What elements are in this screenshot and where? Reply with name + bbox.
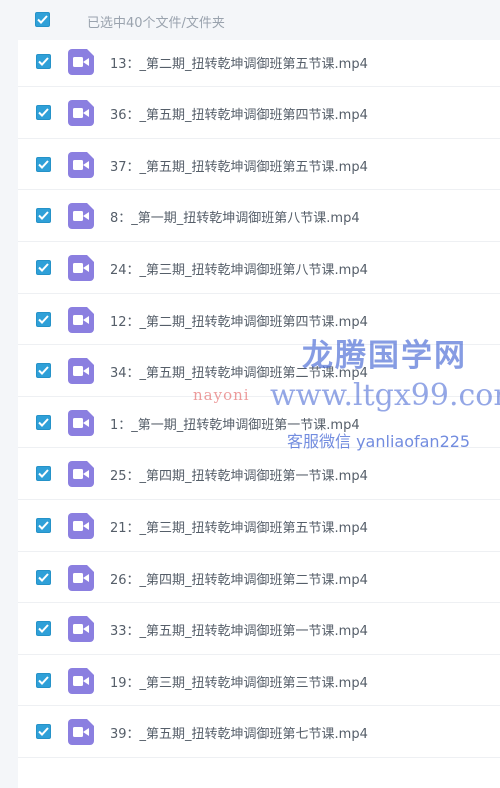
file-checkbox[interactable]	[36, 363, 51, 379]
file-row[interactable]: 21：_第三期_扭转乾坤调御班第五节课.mp4	[18, 500, 500, 552]
check-icon	[38, 211, 49, 221]
file-checkbox[interactable]	[36, 259, 51, 275]
selection-header: 已选中40个文件/文件夹	[0, 0, 500, 40]
video-file-icon	[68, 667, 94, 694]
file-row[interactable]: 13：_第二期_扭转乾坤调御班第五节课.mp4	[18, 36, 500, 88]
file-row[interactable]: 8：_第一期_扭转乾坤调御班第八节课.mp4	[18, 190, 500, 242]
video-file-icon	[68, 48, 94, 75]
file-row[interactable]: 19：_第三期_扭转乾坤调御班第三节课.mp4	[18, 655, 500, 707]
check-icon	[38, 263, 49, 272]
check-icon	[38, 469, 49, 479]
file-checkbox[interactable]	[36, 414, 51, 430]
file-name[interactable]: 8：_第一期_扭转乾坤调御班第八节课.mp4	[110, 207, 360, 226]
file-row[interactable]: 25：_第四期_扭转乾坤调御班第一节课.mp4	[18, 448, 500, 500]
file-name[interactable]: 1：_第一期_扭转乾坤调御班第一节课.mp4	[110, 414, 360, 433]
file-checkbox[interactable]	[36, 517, 51, 533]
video-file-icon	[68, 151, 94, 178]
check-icon	[38, 521, 49, 530]
file-row[interactable]: 33：_第五期_扭转乾坤调御班第一节课.mp4	[18, 603, 500, 655]
file-list: 5：_第一期_扭转乾坤调御班第五节课.mp413：_第二期_扭转乾坤调御班第五节…	[18, 12, 500, 788]
file-name[interactable]: 33：_第五期_扭转乾坤调御班第一节课.mp4	[110, 620, 368, 639]
file-name[interactable]: 19：_第三期_扭转乾坤调御班第三节课.mp4	[110, 672, 368, 691]
file-row[interactable]: 26：_第四期_扭转乾坤调御班第二节课.mp4	[18, 552, 500, 604]
file-name[interactable]: 39：_第五期_扭转乾坤调御班第七节课.mp4	[110, 723, 368, 742]
file-row[interactable]: 12：_第二期_扭转乾坤调御班第四节课.mp4	[18, 294, 500, 346]
video-file-icon	[68, 100, 94, 127]
file-checkbox[interactable]	[36, 53, 51, 69]
check-icon	[38, 314, 49, 324]
file-row[interactable]: 37：_第五期_扭转乾坤调御班第五节课.mp4	[18, 139, 500, 191]
selection-count-text: 已选中40个文件/文件夹	[87, 16, 225, 31]
video-file-icon	[68, 203, 94, 230]
check-icon	[38, 572, 49, 582]
file-name[interactable]: 21：_第三期_扭转乾坤调御班第五节课.mp4	[110, 517, 368, 536]
file-checkbox[interactable]	[36, 621, 51, 637]
file-checkbox[interactable]	[36, 672, 51, 688]
video-file-icon	[68, 719, 94, 746]
file-row[interactable]: 1：_第一期_扭转乾坤调御班第一节课.mp4	[18, 397, 500, 449]
check-icon	[38, 418, 49, 427]
check-icon	[38, 56, 49, 66]
check-icon	[38, 160, 49, 169]
video-file-icon	[68, 564, 94, 591]
file-checkbox[interactable]	[36, 569, 51, 585]
file-row[interactable]: 24：_第三期_扭转乾坤调御班第八节课.mp4	[18, 242, 500, 294]
file-name[interactable]: 36：_第五期_扭转乾坤调御班第四节课.mp4	[110, 104, 368, 123]
file-name[interactable]: 37：_第五期_扭转乾坤调御班第五节课.mp4	[110, 156, 368, 175]
video-file-icon	[68, 358, 94, 385]
file-row[interactable]: 34：_第五期_扭转乾坤调御班第二节课.mp4	[18, 345, 500, 397]
file-name[interactable]: 12：_第二期_扭转乾坤调御班第四节课.mp4	[110, 311, 368, 330]
video-file-icon	[68, 461, 94, 488]
file-name[interactable]: 34：_第五期_扭转乾坤调御班第二节课.mp4	[110, 362, 368, 381]
file-name[interactable]: 26：_第四期_扭转乾坤调御班第二节课.mp4	[110, 569, 368, 588]
check-icon	[38, 676, 49, 685]
check-icon	[38, 366, 49, 376]
select-all-checkbox[interactable]	[35, 12, 50, 27]
file-checkbox[interactable]	[36, 208, 51, 224]
file-checkbox[interactable]	[36, 466, 51, 482]
check-icon	[38, 727, 49, 737]
file-row[interactable]: 36：_第五期_扭转乾坤调御班第四节课.mp4	[18, 87, 500, 139]
file-checkbox[interactable]	[36, 311, 51, 327]
video-file-icon	[68, 254, 94, 281]
file-name[interactable]: 13：_第二期_扭转乾坤调御班第五节课.mp4	[110, 53, 368, 72]
file-row[interactable]: 39：_第五期_扭转乾坤调御班第七节课.mp4	[18, 706, 500, 758]
video-file-icon	[68, 306, 94, 333]
video-file-icon	[68, 512, 94, 539]
check-icon	[37, 15, 48, 24]
file-name[interactable]: 25：_第四期_扭转乾坤调御班第一节课.mp4	[110, 465, 368, 484]
video-file-icon	[68, 616, 94, 643]
video-file-icon	[68, 409, 94, 436]
check-icon	[38, 624, 49, 634]
file-checkbox[interactable]	[36, 724, 51, 740]
file-name[interactable]: 24：_第三期_扭转乾坤调御班第八节课.mp4	[110, 259, 368, 278]
check-icon	[38, 108, 49, 118]
file-checkbox[interactable]	[36, 105, 51, 121]
file-checkbox[interactable]	[36, 156, 51, 172]
